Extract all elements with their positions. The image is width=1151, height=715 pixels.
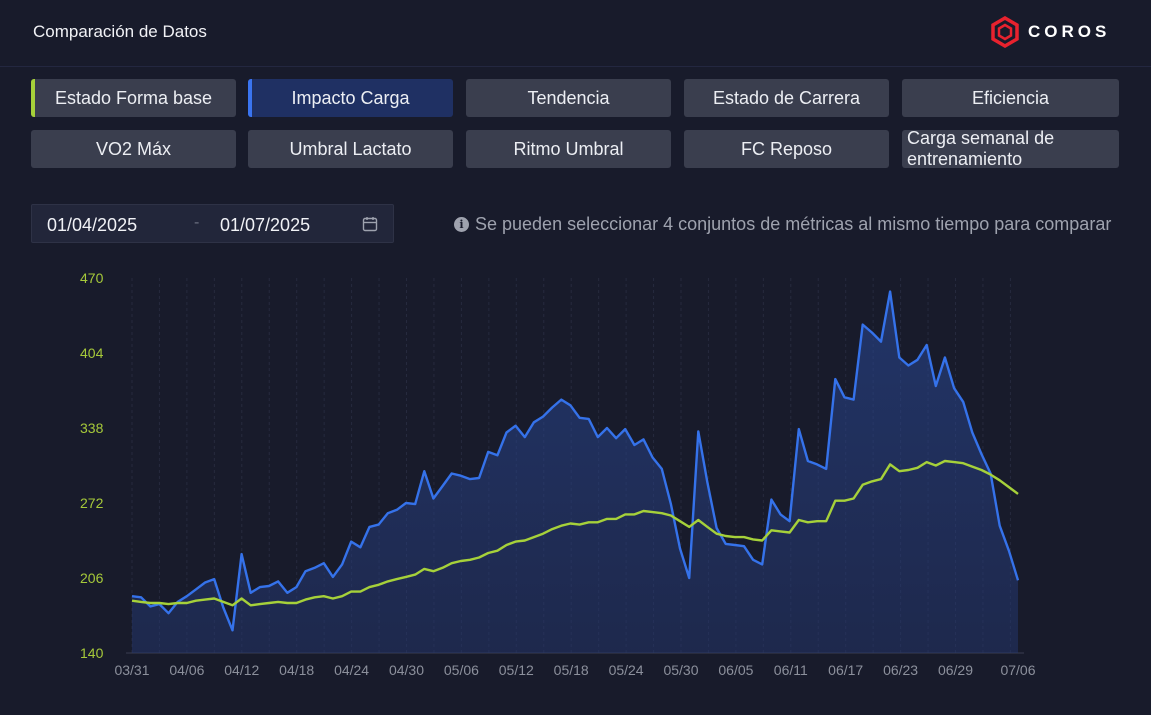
- x-tick-label: 07/06: [1000, 662, 1035, 678]
- tab-impacto-carga[interactable]: Impacto Carga: [248, 79, 453, 117]
- tab-selected-marker: [248, 79, 252, 117]
- date-range-picker[interactable]: 01/04/2025 - 01/07/2025: [31, 204, 394, 243]
- tab-tendencia[interactable]: Tendencia: [466, 79, 671, 117]
- x-tick-label: 04/12: [224, 662, 259, 678]
- x-tick-label: 06/29: [938, 662, 973, 678]
- x-tick-label: 04/30: [389, 662, 424, 678]
- page-title: Comparación de Datos: [33, 22, 207, 41]
- tab-label: Estado Forma base: [54, 87, 213, 108]
- end-date-input[interactable]: 01/07/2025: [220, 215, 310, 236]
- hexagon-logo-icon: [991, 16, 1019, 48]
- tab-label: FC Reposo: [740, 138, 833, 159]
- tab-label: Estado de Carrera: [712, 87, 861, 108]
- y-tick-label: 272: [80, 495, 104, 511]
- y-tick-label: 338: [80, 420, 104, 436]
- tab-vo2-max[interactable]: VO2 Máx: [31, 130, 236, 168]
- hint-text: Se pueden seleccionar 4 conjuntos de mét…: [475, 214, 1112, 234]
- y-tick-label: 140: [80, 645, 104, 661]
- y-tick-label: 470: [80, 270, 104, 286]
- tab-label: Ritmo Umbral: [513, 138, 624, 159]
- x-tick-label: 04/18: [279, 662, 314, 678]
- y-tick-label: 404: [80, 345, 104, 361]
- tab-label: Eficiencia: [971, 87, 1050, 108]
- x-tick-label: 05/18: [554, 662, 589, 678]
- x-tick-label: 06/05: [718, 662, 753, 678]
- x-tick-label: 05/06: [444, 662, 479, 678]
- tab-label: VO2 Máx: [95, 138, 172, 159]
- tab-label: Umbral Lactato: [289, 138, 412, 159]
- x-tick-label: 05/24: [609, 662, 644, 678]
- y-axis: 470 404 338 272 206 140: [80, 270, 104, 661]
- tab-fc-reposo[interactable]: FC Reposo: [684, 130, 889, 168]
- x-tick-label: 03/31: [114, 662, 149, 678]
- tab-eficiencia[interactable]: Eficiencia: [902, 79, 1119, 117]
- comparison-hint: i Se pueden seleccionar 4 conjuntos de m…: [454, 214, 1111, 235]
- coros-logo: COROS: [990, 16, 1110, 48]
- x-tick-label: 05/12: [499, 662, 534, 678]
- tab-ritmo-umbral[interactable]: Ritmo Umbral: [466, 130, 671, 168]
- x-axis: 03/31 04/06 04/12 04/18 04/24 04/30 05/06 05/12…: [114, 662, 1035, 678]
- tab-label: Carga semanal de entrenamiento: [907, 130, 1055, 168]
- tab-estado-forma-base[interactable]: Estado Forma base: [31, 79, 236, 117]
- tab-carga-semanal[interactable]: Carga semanal de entrenamiento: [902, 130, 1119, 168]
- tab-label: Tendencia: [527, 87, 610, 108]
- tab-estado-de-carrera[interactable]: Estado de Carrera: [684, 79, 889, 117]
- info-icon: i: [454, 217, 469, 232]
- logo-text: COROS: [1028, 22, 1111, 41]
- tab-selected-marker: [31, 79, 35, 117]
- tab-label: Impacto Carga: [291, 87, 410, 108]
- header-bar: Comparación de Datos COROS: [0, 0, 1151, 67]
- comparison-chart: 470404338272206140 03/31 04/06 04/12 04/18 0…: [80, 270, 1036, 678]
- x-tick-label: 06/11: [774, 662, 808, 678]
- calendar-icon[interactable]: [362, 216, 378, 232]
- y-tick-label: 206: [80, 570, 104, 586]
- x-tick-label: 06/23: [883, 662, 918, 678]
- x-tick-label: 04/06: [169, 662, 204, 678]
- x-tick-label: 04/24: [334, 662, 369, 678]
- date-separator: -: [194, 214, 200, 231]
- x-tick-label: 05/30: [663, 662, 698, 678]
- tab-umbral-lactato[interactable]: Umbral Lactato: [248, 130, 453, 168]
- start-date-input[interactable]: 01/04/2025: [47, 215, 137, 236]
- x-tick-label: 06/17: [828, 662, 863, 678]
